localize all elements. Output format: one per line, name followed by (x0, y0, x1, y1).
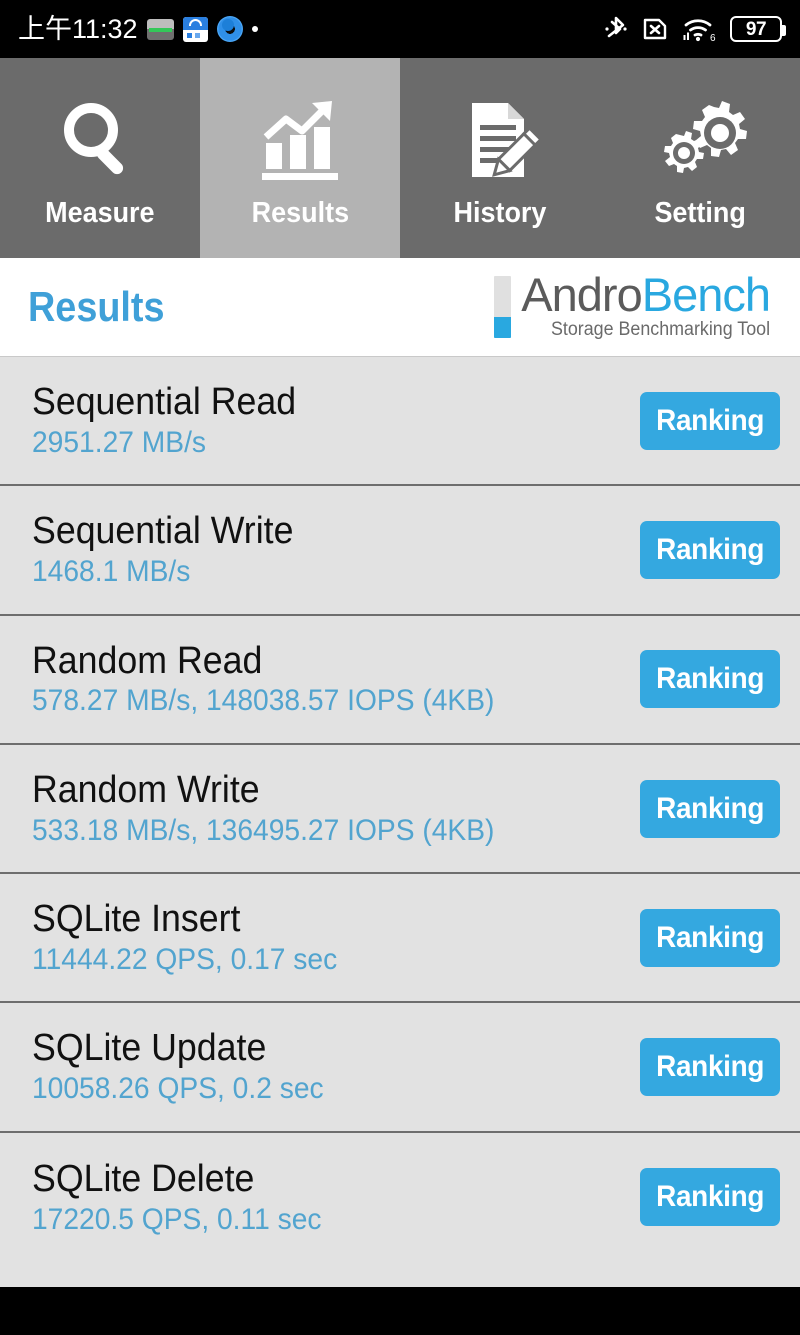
page-header: Results AndroBench Storage Benchmarking … (0, 258, 800, 357)
tab-setting[interactable]: Setting (600, 58, 800, 258)
row-title: SQLite Insert (32, 898, 241, 941)
navigation-bar (0, 1287, 800, 1335)
table-row[interactable]: SQLite Delete 17220.5 QPS, 0.11 sec Rank… (0, 1132, 800, 1263)
table-row[interactable]: Random Read 578.27 MB/s, 148038.57 IOPS … (0, 615, 800, 745)
row-text: Sequential Write 1468.1 MB/s (32, 510, 310, 589)
ranking-button[interactable]: Ranking (640, 1038, 780, 1097)
table-row[interactable]: Sequential Read 2951.27 MB/s Ranking (0, 357, 800, 487)
ranking-button-label: Ranking (655, 1050, 765, 1084)
wifi6-icon: 6 (683, 15, 717, 44)
androbench-logo: AndroBench Storage Benchmarking Tool (494, 271, 772, 342)
logo-word-andro: Andro (521, 267, 642, 321)
row-title: Random Write (32, 768, 260, 811)
bar-chart-icon (252, 89, 348, 193)
tab-measure[interactable]: Measure (0, 58, 200, 258)
table-row[interactable]: Sequential Write 1468.1 MB/s Ranking (0, 486, 800, 616)
row-value: 11444.22 QPS, 0.17 sec (32, 943, 338, 977)
tab-bar: Measure Results History Setting (0, 58, 800, 258)
calendar-icon (182, 16, 208, 42)
ranking-button[interactable]: Ranking (640, 650, 780, 709)
status-clock: 上午11:32 (18, 13, 138, 44)
browser-icon (216, 16, 243, 42)
results-list: Sequential Read 2951.27 MB/s Ranking Seq… (0, 357, 800, 1287)
row-value: 533.18 MB/s, 136495.27 IOPS (4KB) (32, 813, 495, 847)
ranking-button-label: Ranking (655, 532, 765, 566)
row-value: 2951.27 MB/s (32, 425, 207, 459)
ranking-button-label: Ranking (655, 920, 765, 954)
table-row[interactable]: Random Write 533.18 MB/s, 136495.27 IOPS… (0, 744, 800, 875)
row-text: Random Read 578.27 MB/s, 148038.57 IOPS … (32, 639, 524, 718)
ranking-button[interactable]: Ranking (640, 908, 780, 967)
table-row[interactable]: SQLite Update 10058.26 QPS, 0.2 sec Rank… (0, 1003, 800, 1133)
storage-icon (146, 18, 174, 40)
document-pencil-icon (452, 89, 548, 193)
status-bar-left: 上午11:32 (18, 13, 258, 44)
logo-wordmark: AndroBench (521, 271, 771, 318)
ranking-button[interactable]: Ranking (640, 779, 780, 838)
row-title: SQLite Update (32, 1027, 267, 1070)
logo-tagline: Storage Benchmarking Tool (550, 319, 770, 341)
ranking-button[interactable]: Ranking (640, 1168, 780, 1227)
gears-icon (652, 89, 748, 193)
tab-history[interactable]: History (400, 58, 600, 258)
row-text: Random Write 533.18 MB/s, 136495.27 IOPS… (32, 768, 524, 847)
ranking-button[interactable]: Ranking (640, 391, 780, 450)
tab-label-setting: Setting (654, 196, 746, 229)
logo-text: AndroBench Storage Benchmarking Tool (521, 271, 771, 342)
row-title: Sequential Read (32, 380, 297, 423)
row-title: SQLite Delete (32, 1157, 255, 1200)
row-text: SQLite Insert 11444.22 QPS, 0.17 sec (32, 898, 357, 977)
magnifier-icon (52, 89, 148, 193)
table-row[interactable]: SQLite Insert 11444.22 QPS, 0.17 sec Ran… (0, 874, 800, 1004)
ranking-button-label: Ranking (655, 791, 765, 825)
svg-text:6: 6 (710, 33, 716, 43)
dot-icon (251, 26, 258, 32)
phone-screen: 上午11:32 6 97 Measure Results History Set… (0, 0, 800, 1335)
status-bar: 上午11:32 6 97 (0, 0, 800, 58)
row-text: SQLite Delete 17220.5 QPS, 0.11 sec (32, 1157, 340, 1236)
bluetooth-icon (605, 15, 627, 43)
battery-icon: 97 (730, 16, 786, 42)
row-value: 17220.5 QPS, 0.11 sec (32, 1202, 322, 1236)
logo-bar-icon (494, 275, 512, 338)
row-value: 10058.26 QPS, 0.2 sec (32, 1072, 324, 1106)
tab-label-measure: Measure (45, 196, 155, 229)
page-title: Results (28, 283, 165, 330)
row-value: 578.27 MB/s, 148038.57 IOPS (4KB) (32, 684, 495, 718)
ranking-button[interactable]: Ranking (640, 520, 780, 579)
ranking-button-label: Ranking (655, 662, 765, 696)
row-text: SQLite Update 10058.26 QPS, 0.2 sec (32, 1027, 342, 1106)
ranking-button-label: Ranking (655, 1180, 765, 1214)
no-sim-icon (640, 14, 670, 44)
tab-results[interactable]: Results (200, 58, 400, 258)
row-title: Random Read (32, 639, 263, 682)
ranking-button-label: Ranking (655, 403, 765, 437)
status-bar-right: 6 97 (605, 14, 786, 44)
battery-level: 97 (745, 18, 767, 40)
tab-label-history: History (453, 196, 547, 229)
row-value: 1468.1 MB/s (32, 555, 191, 589)
logo-word-bench: Bench (641, 267, 771, 321)
row-text: Sequential Read 2951.27 MB/s (32, 380, 313, 459)
row-title: Sequential Write (32, 510, 294, 553)
tab-label-results: Results (251, 196, 349, 229)
